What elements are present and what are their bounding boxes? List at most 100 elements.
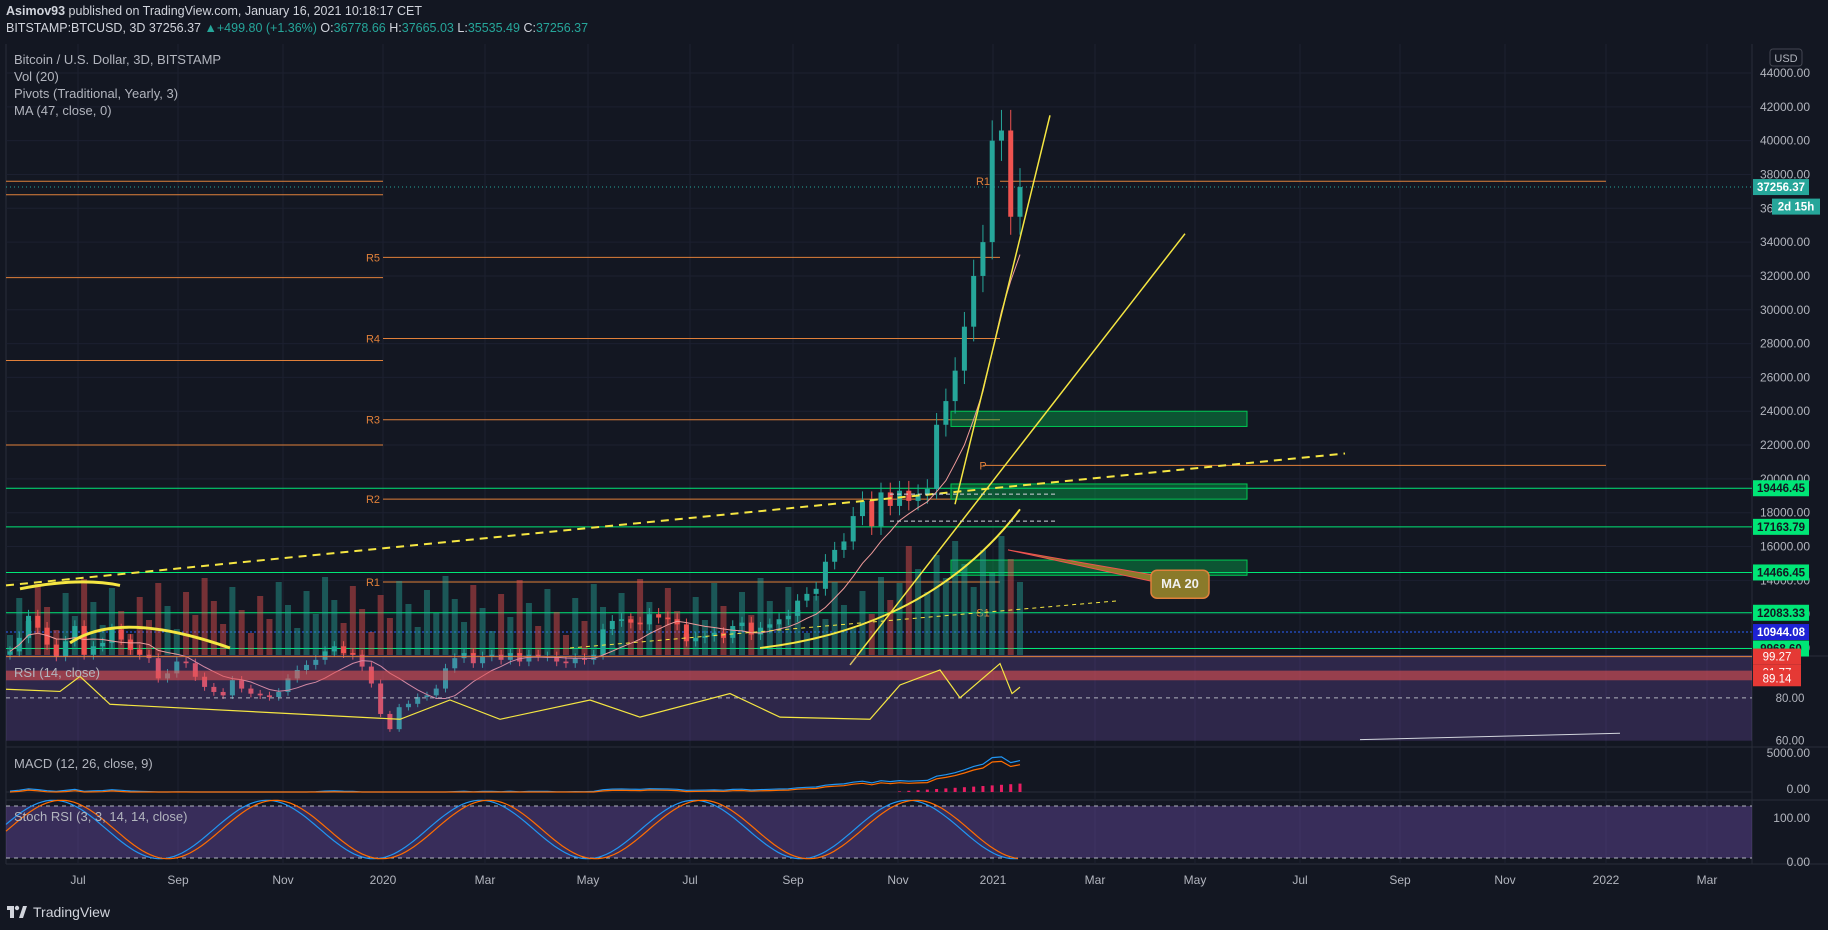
candle-body: [850, 516, 856, 542]
candle-body: [350, 653, 356, 655]
price-tag-label: 2d 15h: [1778, 202, 1814, 214]
y-tick-label: 16000.00: [1760, 540, 1810, 554]
x-tick-label: Jul: [70, 873, 85, 887]
volume-bar: [479, 608, 486, 655]
candle-body: [961, 326, 967, 371]
candle-body: [795, 600, 801, 616]
y-tick-label: 40000.00: [1760, 134, 1810, 148]
macd-legend[interactable]: MACD (12, 26, close, 9): [14, 756, 153, 771]
x-tick-label: 2022: [1593, 873, 1620, 887]
volume-bar: [905, 546, 912, 655]
pivot-label: R2: [366, 494, 380, 506]
x-tick-label: Mar: [475, 873, 496, 887]
volume-bar: [590, 584, 597, 655]
price-tag-label: 12083.33: [1757, 608, 1805, 620]
macd-histogram-bar: [962, 787, 966, 792]
candle-body: [767, 624, 773, 628]
candle-body: [646, 614, 652, 625]
volume-bar: [414, 627, 421, 655]
candle-body: [35, 615, 41, 628]
candle-body: [81, 626, 87, 655]
ma-legend[interactable]: MA (47, close, 0): [14, 103, 112, 118]
volume-bar: [470, 585, 477, 655]
pivot-label: R1: [366, 577, 380, 589]
x-tick-label: Jul: [1292, 873, 1307, 887]
stoch-tick-label: 0.00: [1787, 855, 1811, 869]
x-tick-label: Nov: [887, 873, 908, 887]
support-zone: [950, 483, 1248, 500]
chart-title: Bitcoin / U.S. Dollar, 3D, BITSTAMP: [14, 52, 222, 67]
volume-bar: [451, 599, 458, 655]
macd-histogram-bar: [916, 790, 920, 792]
macd-tick-label: 5000.00: [1767, 746, 1811, 760]
volume-bar: [145, 620, 152, 655]
candle-body: [943, 401, 949, 425]
pivot-label: R3: [366, 415, 380, 427]
y-tick-label: 18000.00: [1760, 506, 1810, 520]
pivot-label: R5: [366, 252, 380, 264]
volume-bar: [192, 615, 199, 655]
volume-bar: [423, 590, 430, 655]
candle-body: [998, 130, 1004, 141]
volume-bar: [349, 586, 356, 655]
volume-bar: [850, 628, 857, 655]
volume-bar: [155, 583, 162, 655]
candle-body: [730, 626, 736, 638]
support-zone: [950, 410, 1248, 427]
volume-bar: [562, 635, 569, 655]
price-tag-label: 10944.08: [1757, 627, 1806, 639]
macd-histogram-bar: [935, 789, 939, 792]
volume-bar: [498, 594, 505, 655]
candle-body: [813, 588, 819, 594]
candle-body: [869, 500, 875, 527]
candle-body: [628, 619, 634, 623]
x-tick-label: May: [577, 873, 600, 887]
candle-body: [776, 619, 782, 625]
x-tick-label: Jul: [682, 873, 697, 887]
candle-body: [665, 617, 671, 620]
chart-background: [0, 44, 1828, 896]
pivots-legend[interactable]: Pivots (Traditional, Yearly, 3): [14, 86, 178, 101]
volume-bar: [581, 621, 588, 655]
rsi-tick-label: 89.14: [1763, 673, 1792, 685]
annotation-label: MA 20: [1161, 576, 1199, 591]
macd-histogram-bar: [1009, 784, 1013, 792]
rsi-tick-label: 99.27: [1763, 652, 1792, 664]
volume-bar: [831, 582, 838, 655]
y-tick-label: 32000.00: [1760, 269, 1810, 283]
stoch-tick-label: 100.00: [1773, 811, 1810, 825]
pivot-label: P: [979, 460, 986, 472]
volume-bar: [405, 604, 412, 655]
pivot-label: R4: [366, 334, 380, 346]
rsi-red-band: [6, 670, 1752, 681]
candle-body: [934, 424, 940, 490]
volume-bar: [368, 632, 375, 655]
volume-bar: [915, 569, 922, 655]
pivot-label: R1: [976, 176, 990, 188]
candle-body: [127, 639, 133, 650]
candle-body: [637, 622, 643, 625]
candle-body: [980, 242, 986, 276]
candle-body: [906, 490, 912, 501]
vol-legend[interactable]: Vol (20): [14, 69, 59, 84]
volume-bar: [220, 624, 227, 655]
macd-histogram-bar: [972, 786, 976, 792]
stoch-band: [6, 806, 1752, 858]
rsi-legend[interactable]: RSI (14, close): [14, 665, 100, 680]
volume-bar: [933, 555, 940, 655]
candle-body: [785, 615, 791, 620]
tradingview-logo-icon[interactable]: [6, 902, 28, 920]
volume-bar: [303, 591, 310, 655]
candle-body: [100, 642, 106, 647]
price-chart[interactable]: Jul Sep Nov 2020 Mar May Jul Sep Nov 2021 Mar May Ju…: [0, 0, 1828, 896]
volume-bar: [998, 536, 1005, 655]
stoch-legend[interactable]: Stoch RSI (3, 3, 14, 14, close): [14, 809, 187, 824]
volume-bar: [572, 598, 579, 655]
volume-bar: [896, 583, 903, 655]
volume-bar: [359, 609, 366, 655]
candle-body: [952, 370, 958, 402]
candle-body: [683, 624, 689, 642]
tradingview-brand[interactable]: TradingView: [33, 904, 110, 920]
candle-body: [989, 140, 995, 243]
volume-bar: [544, 589, 551, 655]
